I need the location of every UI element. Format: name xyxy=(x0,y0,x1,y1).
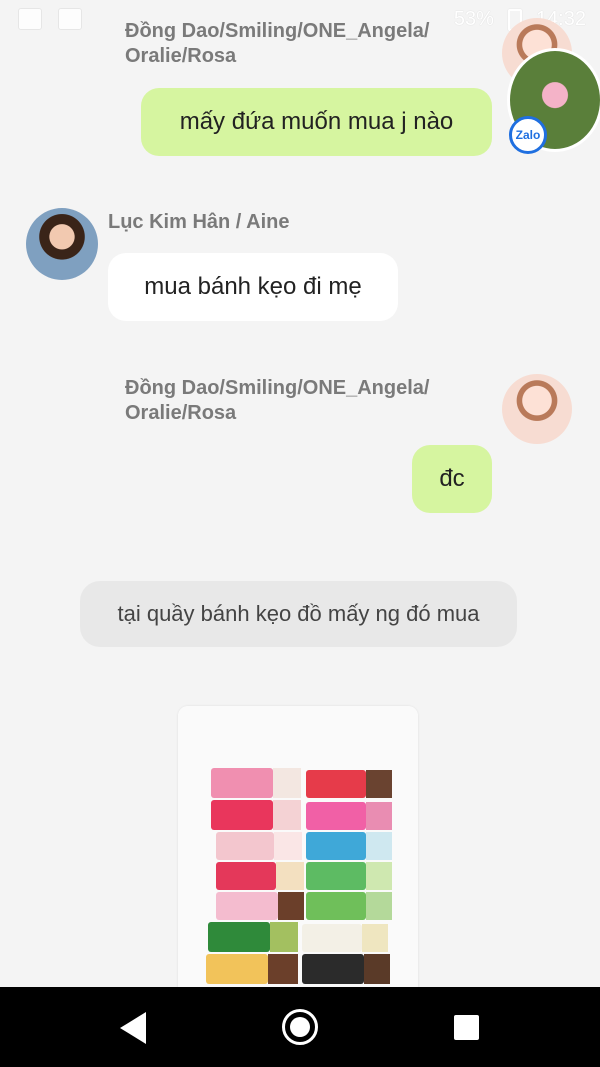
sender-name: Đồng Dao/Smiling/ONE_Angela/ Oralie/Rosa xyxy=(125,377,430,424)
system-message-text: tại quầy bánh kẹo đồ mấy ng đó mua xyxy=(117,601,480,626)
home-icon[interactable] xyxy=(282,1009,318,1045)
sender-name: Lục Kim Hân / Aine xyxy=(108,211,290,233)
app-notification-icon xyxy=(58,8,82,30)
message-text: đc xyxy=(439,465,465,492)
sender-avatar[interactable] xyxy=(26,208,98,280)
message-text: mấy đứa muốn mua j nào xyxy=(179,108,454,135)
notification-icons xyxy=(18,8,82,30)
image-notification-icon xyxy=(18,8,42,30)
navigation-bar xyxy=(0,987,600,1067)
recent-apps-icon[interactable] xyxy=(454,1015,479,1040)
message-bubble[interactable]: mua bánh kẹo đi mẹ xyxy=(108,253,398,321)
back-icon[interactable] xyxy=(120,1012,146,1044)
photo-message[interactable] xyxy=(178,706,418,996)
system-message[interactable]: tại quầy bánh kẹo đồ mấy ng đó mua xyxy=(80,581,517,647)
candy-photo xyxy=(178,706,418,996)
zalo-logo-icon: Zalo xyxy=(509,116,547,154)
sender-name: Đồng Dao/Smiling/ONE_Angela/ Oralie/Rosa xyxy=(125,20,430,67)
message-bubble[interactable]: đc xyxy=(412,445,492,513)
message-bubble[interactable]: mấy đứa muốn mua j nào xyxy=(141,88,492,156)
battery-percent: 53% xyxy=(453,8,494,30)
message-text: mua bánh kẹo đi mẹ xyxy=(144,273,362,300)
sender-avatar[interactable] xyxy=(502,374,572,444)
